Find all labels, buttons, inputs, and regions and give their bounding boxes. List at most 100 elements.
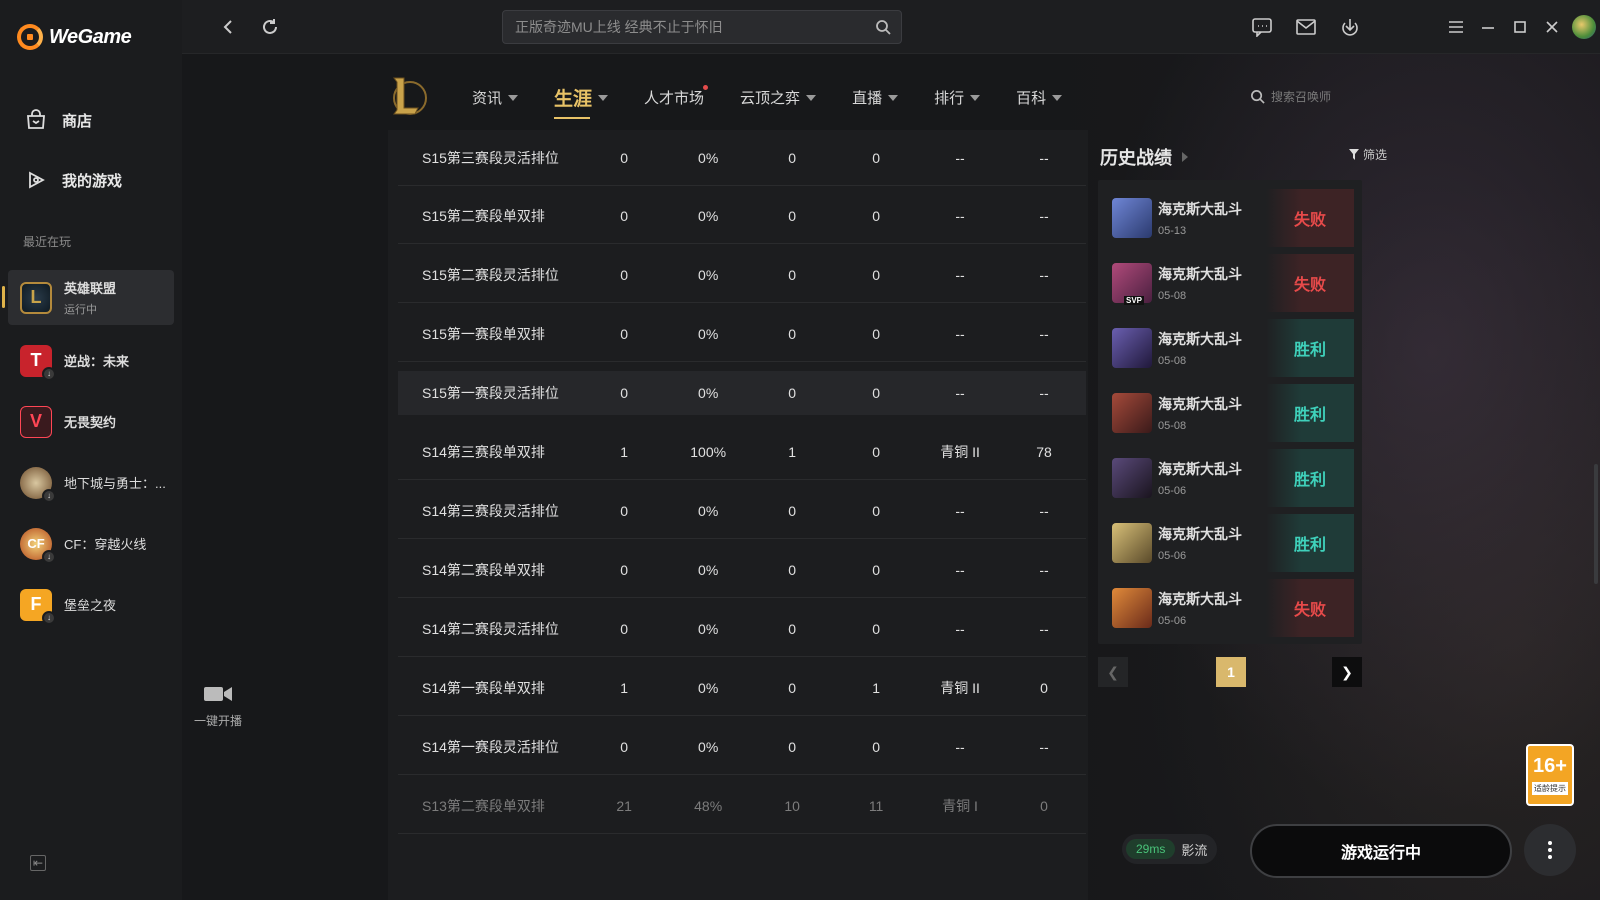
dot xyxy=(1548,848,1552,852)
table-row[interactable]: S14第三赛段灵活排位 0 0% 0 0 -- -- xyxy=(398,483,1086,539)
filter-button[interactable]: 筛选 xyxy=(1349,146,1387,163)
notification-dot xyxy=(703,85,709,90)
download-icon: ↓ xyxy=(42,366,56,381)
game-nav: 资讯 生涯 人才市场 云顶之弈 直播 排行 百科 xyxy=(472,84,1098,119)
download-manager-button[interactable] xyxy=(1338,15,1362,39)
career-table: S15第三赛段灵活排位 0 0% 0 0 -- -- S15第二赛段单双排 0 … xyxy=(388,130,1088,900)
table-row[interactable]: S13第二赛段单双排 21 48% 10 11 青铜 I 0 xyxy=(398,778,1086,834)
table-row-highlighted[interactable]: S15第一赛段灵活排位 0 0% 0 0 -- -- xyxy=(398,371,1086,415)
cell: 0 xyxy=(872,325,880,342)
table-row[interactable]: S14第二赛段单双排 0 0% 0 0 -- -- xyxy=(398,542,1086,598)
collapse-sidebar-button[interactable]: ⇤ xyxy=(30,855,46,871)
cell: 100% xyxy=(690,443,727,460)
match-date: 05-06 xyxy=(1158,485,1187,497)
maximize-button[interactable] xyxy=(1508,15,1532,39)
video-camera-icon xyxy=(204,687,232,701)
recent-game-valorant[interactable]: V 无畏契约 xyxy=(8,394,174,449)
minimize-icon xyxy=(1482,27,1494,29)
match-item[interactable]: 海克斯大乱斗 05-08 胜利 xyxy=(1108,319,1354,377)
cell: 21 xyxy=(616,797,632,814)
download-icon: ↓ xyxy=(42,610,56,625)
recent-game-cf[interactable]: CF ↓ CF：穿越火线 xyxy=(8,516,174,571)
match-item[interactable]: 海克斯大乱斗 05-13 失败 xyxy=(1108,189,1354,247)
age-rating-badge[interactable]: 16+ 适龄提示 xyxy=(1526,744,1574,806)
caret-down-icon xyxy=(598,94,609,101)
match-date: 05-06 xyxy=(1158,550,1187,562)
cell: -- xyxy=(955,738,965,755)
table-row[interactable]: S15第二赛段灵活排位 0 0% 0 0 -- -- xyxy=(398,247,1086,303)
download-icon xyxy=(1342,19,1358,36)
table-row[interactable]: S15第三赛段灵活排位 0 0% 0 0 -- -- xyxy=(398,130,1086,186)
cell: 0 xyxy=(788,266,797,283)
network-status[interactable]: 29ms 影流 xyxy=(1122,834,1218,864)
cell: 青铜 I xyxy=(942,797,978,814)
tab-ranking[interactable]: 排行 xyxy=(934,87,981,108)
match-item[interactable]: 海克斯大乱斗 05-06 胜利 xyxy=(1108,449,1354,507)
cell: 0% xyxy=(698,207,719,224)
match-item[interactable]: SVP 海克斯大乱斗 05-08 失败 xyxy=(1108,254,1354,312)
tab-live[interactable]: 直播 xyxy=(852,87,899,108)
age-rating-text: 适龄提示 xyxy=(1532,781,1568,795)
age-rating-number: 16+ xyxy=(1533,754,1567,777)
back-button[interactable] xyxy=(216,15,240,39)
table-row[interactable]: S15第二赛段单双排 0 0% 0 0 -- -- xyxy=(398,188,1086,244)
current-page[interactable]: 1 xyxy=(1216,657,1246,687)
search-icon[interactable] xyxy=(875,19,891,35)
lol-logo-icon[interactable] xyxy=(388,74,428,118)
cell: 11 xyxy=(868,797,884,814)
more-options-button[interactable] xyxy=(1524,824,1576,876)
prev-page-button[interactable]: ❮ xyxy=(1098,657,1128,687)
cell: -- xyxy=(955,561,965,578)
champion-avatar xyxy=(1112,523,1152,563)
champion-avatar xyxy=(1112,458,1152,498)
cell: -- xyxy=(955,620,965,637)
match-item[interactable]: 海克斯大乱斗 05-08 胜利 xyxy=(1108,384,1354,442)
tab-talent-market[interactable]: 人才市场 xyxy=(644,85,709,108)
recent-game-dnf[interactable]: ↓ 地下城与勇士：... xyxy=(8,455,174,510)
search-input[interactable] xyxy=(503,11,901,43)
match-result: 胜利 xyxy=(1266,449,1354,507)
tab-career[interactable]: 生涯 xyxy=(554,84,609,119)
summoner-search[interactable]: 搜索召唤师 xyxy=(1250,88,1331,105)
match-item[interactable]: 海克斯大乱斗 05-06 胜利 xyxy=(1108,514,1354,572)
chat-button[interactable] xyxy=(1250,15,1274,39)
tab-label: 资讯 xyxy=(472,90,503,107)
menu-button[interactable] xyxy=(1444,15,1468,39)
tab-wiki[interactable]: 百科 xyxy=(1016,87,1063,108)
cell: 0 xyxy=(620,385,629,401)
cell: -- xyxy=(1039,620,1049,637)
table-row[interactable]: S14第一赛段灵活排位 0 0% 0 0 -- -- xyxy=(398,719,1086,775)
wegame-logo[interactable]: WeGame xyxy=(17,24,132,50)
table-row[interactable]: S14第二赛段灵活排位 0 0% 0 0 -- -- xyxy=(398,601,1086,657)
scrollbar[interactable] xyxy=(1594,464,1598,584)
wegame-logo-icon xyxy=(17,24,43,50)
refresh-button[interactable] xyxy=(258,15,282,39)
season-name: S14第一赛段单双排 xyxy=(422,679,545,696)
recent-game-lol[interactable]: L 英雄联盟 运行中 xyxy=(2,270,174,325)
cell: 0 xyxy=(872,561,880,578)
game-running-button[interactable]: 游戏运行中 xyxy=(1250,824,1512,878)
sidebar-item-shop[interactable]: 商店 xyxy=(24,108,92,132)
match-result: 胜利 xyxy=(1266,514,1354,572)
user-avatar[interactable] xyxy=(1572,15,1596,39)
mail-button[interactable] xyxy=(1294,15,1318,39)
match-item[interactable]: 海克斯大乱斗 05-06 失败 xyxy=(1108,579,1354,637)
hamburger-icon xyxy=(1449,21,1463,33)
one-click-stream-button[interactable]: 一键开播 xyxy=(190,684,246,729)
cell: 0 xyxy=(788,207,797,224)
tab-tft[interactable]: 云顶之弈 xyxy=(740,87,817,108)
next-page-button[interactable]: ❯ xyxy=(1332,657,1362,687)
sidebar-item-my-games[interactable]: 我的游戏 xyxy=(24,168,122,192)
close-button[interactable] xyxy=(1540,15,1564,39)
recent-game-fortnite[interactable]: F ↓ 堡垒之夜 xyxy=(8,577,174,632)
table-row[interactable]: S14第一赛段单双排 1 0% 0 1 青铜 II 0 xyxy=(398,660,1086,716)
cell: 0 xyxy=(872,207,880,224)
table-row[interactable]: S14第三赛段单双排 1 100% 1 0 青铜 II 78 xyxy=(398,424,1086,480)
history-title[interactable]: 历史战绩 xyxy=(1100,144,1188,170)
minimize-button[interactable] xyxy=(1476,15,1500,39)
tab-label: 百科 xyxy=(1016,90,1047,107)
cell: -- xyxy=(1039,149,1049,166)
table-row[interactable]: S15第一赛段单双排 0 0% 0 0 -- -- xyxy=(398,306,1086,362)
tab-news[interactable]: 资讯 xyxy=(472,87,519,108)
recent-game-nizhan[interactable]: T ↓ 逆战：未来 xyxy=(8,333,174,388)
